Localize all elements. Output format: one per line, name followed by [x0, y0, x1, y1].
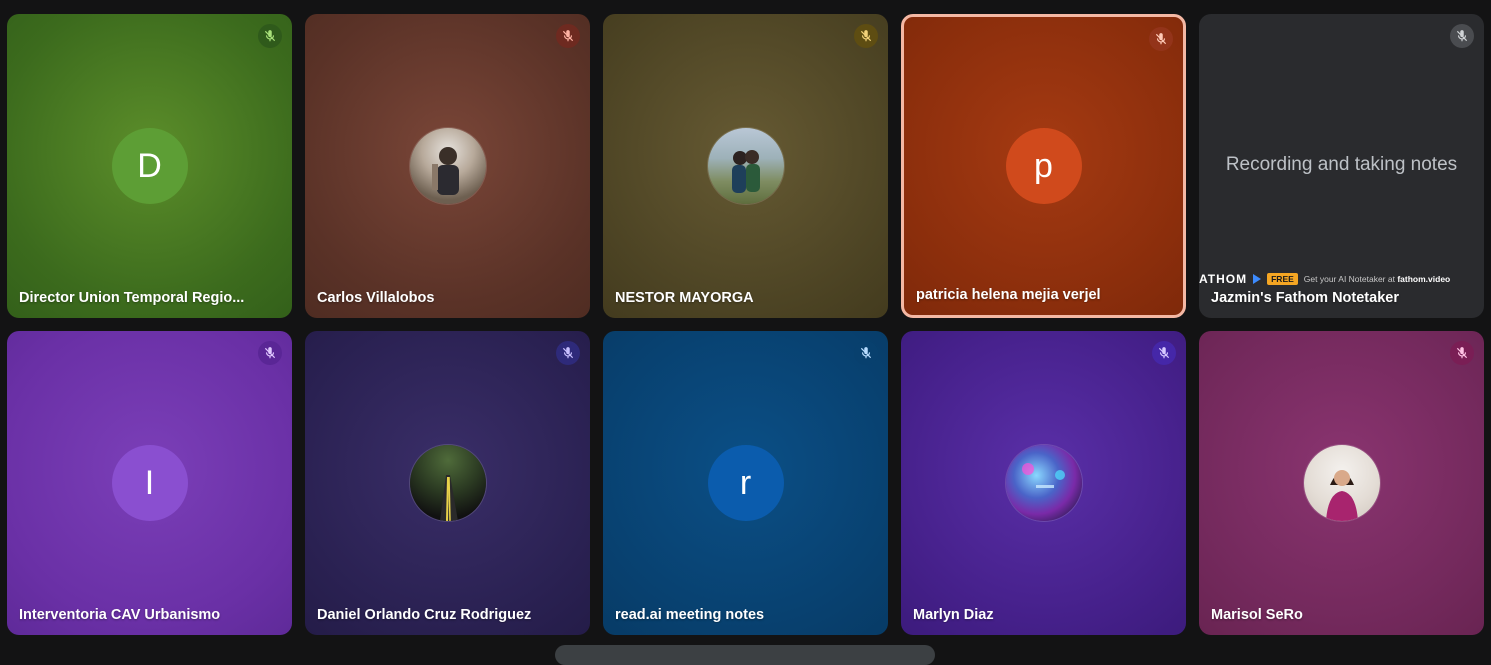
participant-tile-notetaker[interactable]: Recording and taking notes ATHOM FREE Ge… [1199, 14, 1484, 318]
mic-off-icon [1450, 341, 1474, 365]
fathom-cta: Get your AI Notetaker at fathom.video [1303, 274, 1451, 284]
participant-name: Jazmin's Fathom Notetaker [1211, 290, 1399, 306]
participant-avatar: p [1005, 128, 1082, 204]
participant-avatar-photo [409, 445, 486, 521]
fathom-logo: ATHOM [1199, 272, 1248, 286]
participant-tile[interactable]: Marisol SeRo [1199, 331, 1484, 635]
participant-name: Marisol SeRo [1211, 607, 1303, 623]
mic-off-icon [1149, 27, 1173, 51]
participant-tile[interactable]: NESTOR MAYORGA [603, 14, 888, 318]
participant-avatar: I [111, 445, 188, 521]
participant-tile[interactable]: Carlos Villalobos [305, 14, 590, 318]
participant-avatar-photo [1005, 445, 1082, 521]
participant-name: Director Union Temporal Regio... [19, 290, 245, 306]
mic-off-icon [258, 24, 282, 48]
participant-avatar-photo [409, 128, 486, 204]
mic-off-icon [854, 24, 878, 48]
fathom-banner[interactable]: ATHOM FREE Get your AI Notetaker at fath… [1199, 272, 1484, 286]
mic-off-icon [556, 341, 580, 365]
participant-name: Daniel Orlando Cruz Rodriguez [317, 607, 532, 623]
free-badge: FREE [1267, 273, 1298, 285]
participant-tile[interactable]: Daniel Orlando Cruz Rodriguez [305, 331, 590, 635]
participant-name: NESTOR MAYORGA [615, 290, 754, 306]
participant-tile[interactable]: D Director Union Temporal Regio... [7, 14, 292, 318]
participant-name: patricia helena mejia verjel [916, 287, 1101, 303]
participant-name: Marlyn Diaz [913, 607, 994, 623]
mic-off-icon [1152, 341, 1176, 365]
participant-tile[interactable]: r read.ai meeting notes [603, 331, 888, 635]
participant-grid: D Director Union Temporal Regio... Carlo… [7, 14, 1484, 635]
control-bar[interactable] [555, 645, 935, 665]
participant-tile[interactable]: Marlyn Diaz [901, 331, 1186, 635]
notetaker-status-text: Recording and taking notes [1225, 154, 1458, 175]
mic-off-icon [258, 341, 282, 365]
participant-avatar-photo [707, 128, 784, 204]
participant-name: Carlos Villalobos [317, 290, 435, 306]
participant-avatar-photo [1303, 445, 1380, 521]
mic-off-icon [854, 341, 878, 365]
participant-name: read.ai meeting notes [615, 607, 765, 623]
participant-avatar: r [707, 445, 784, 521]
mic-off-icon [556, 24, 580, 48]
participant-name: Interventoria CAV Urbanismo [19, 607, 221, 623]
mic-off-icon [1450, 24, 1474, 48]
play-icon [1253, 274, 1262, 284]
participant-tile-speaking[interactable]: p patricia helena mejia verjel [901, 14, 1186, 318]
participant-tile[interactable]: I Interventoria CAV Urbanismo [7, 331, 292, 635]
participant-avatar: D [111, 128, 188, 204]
